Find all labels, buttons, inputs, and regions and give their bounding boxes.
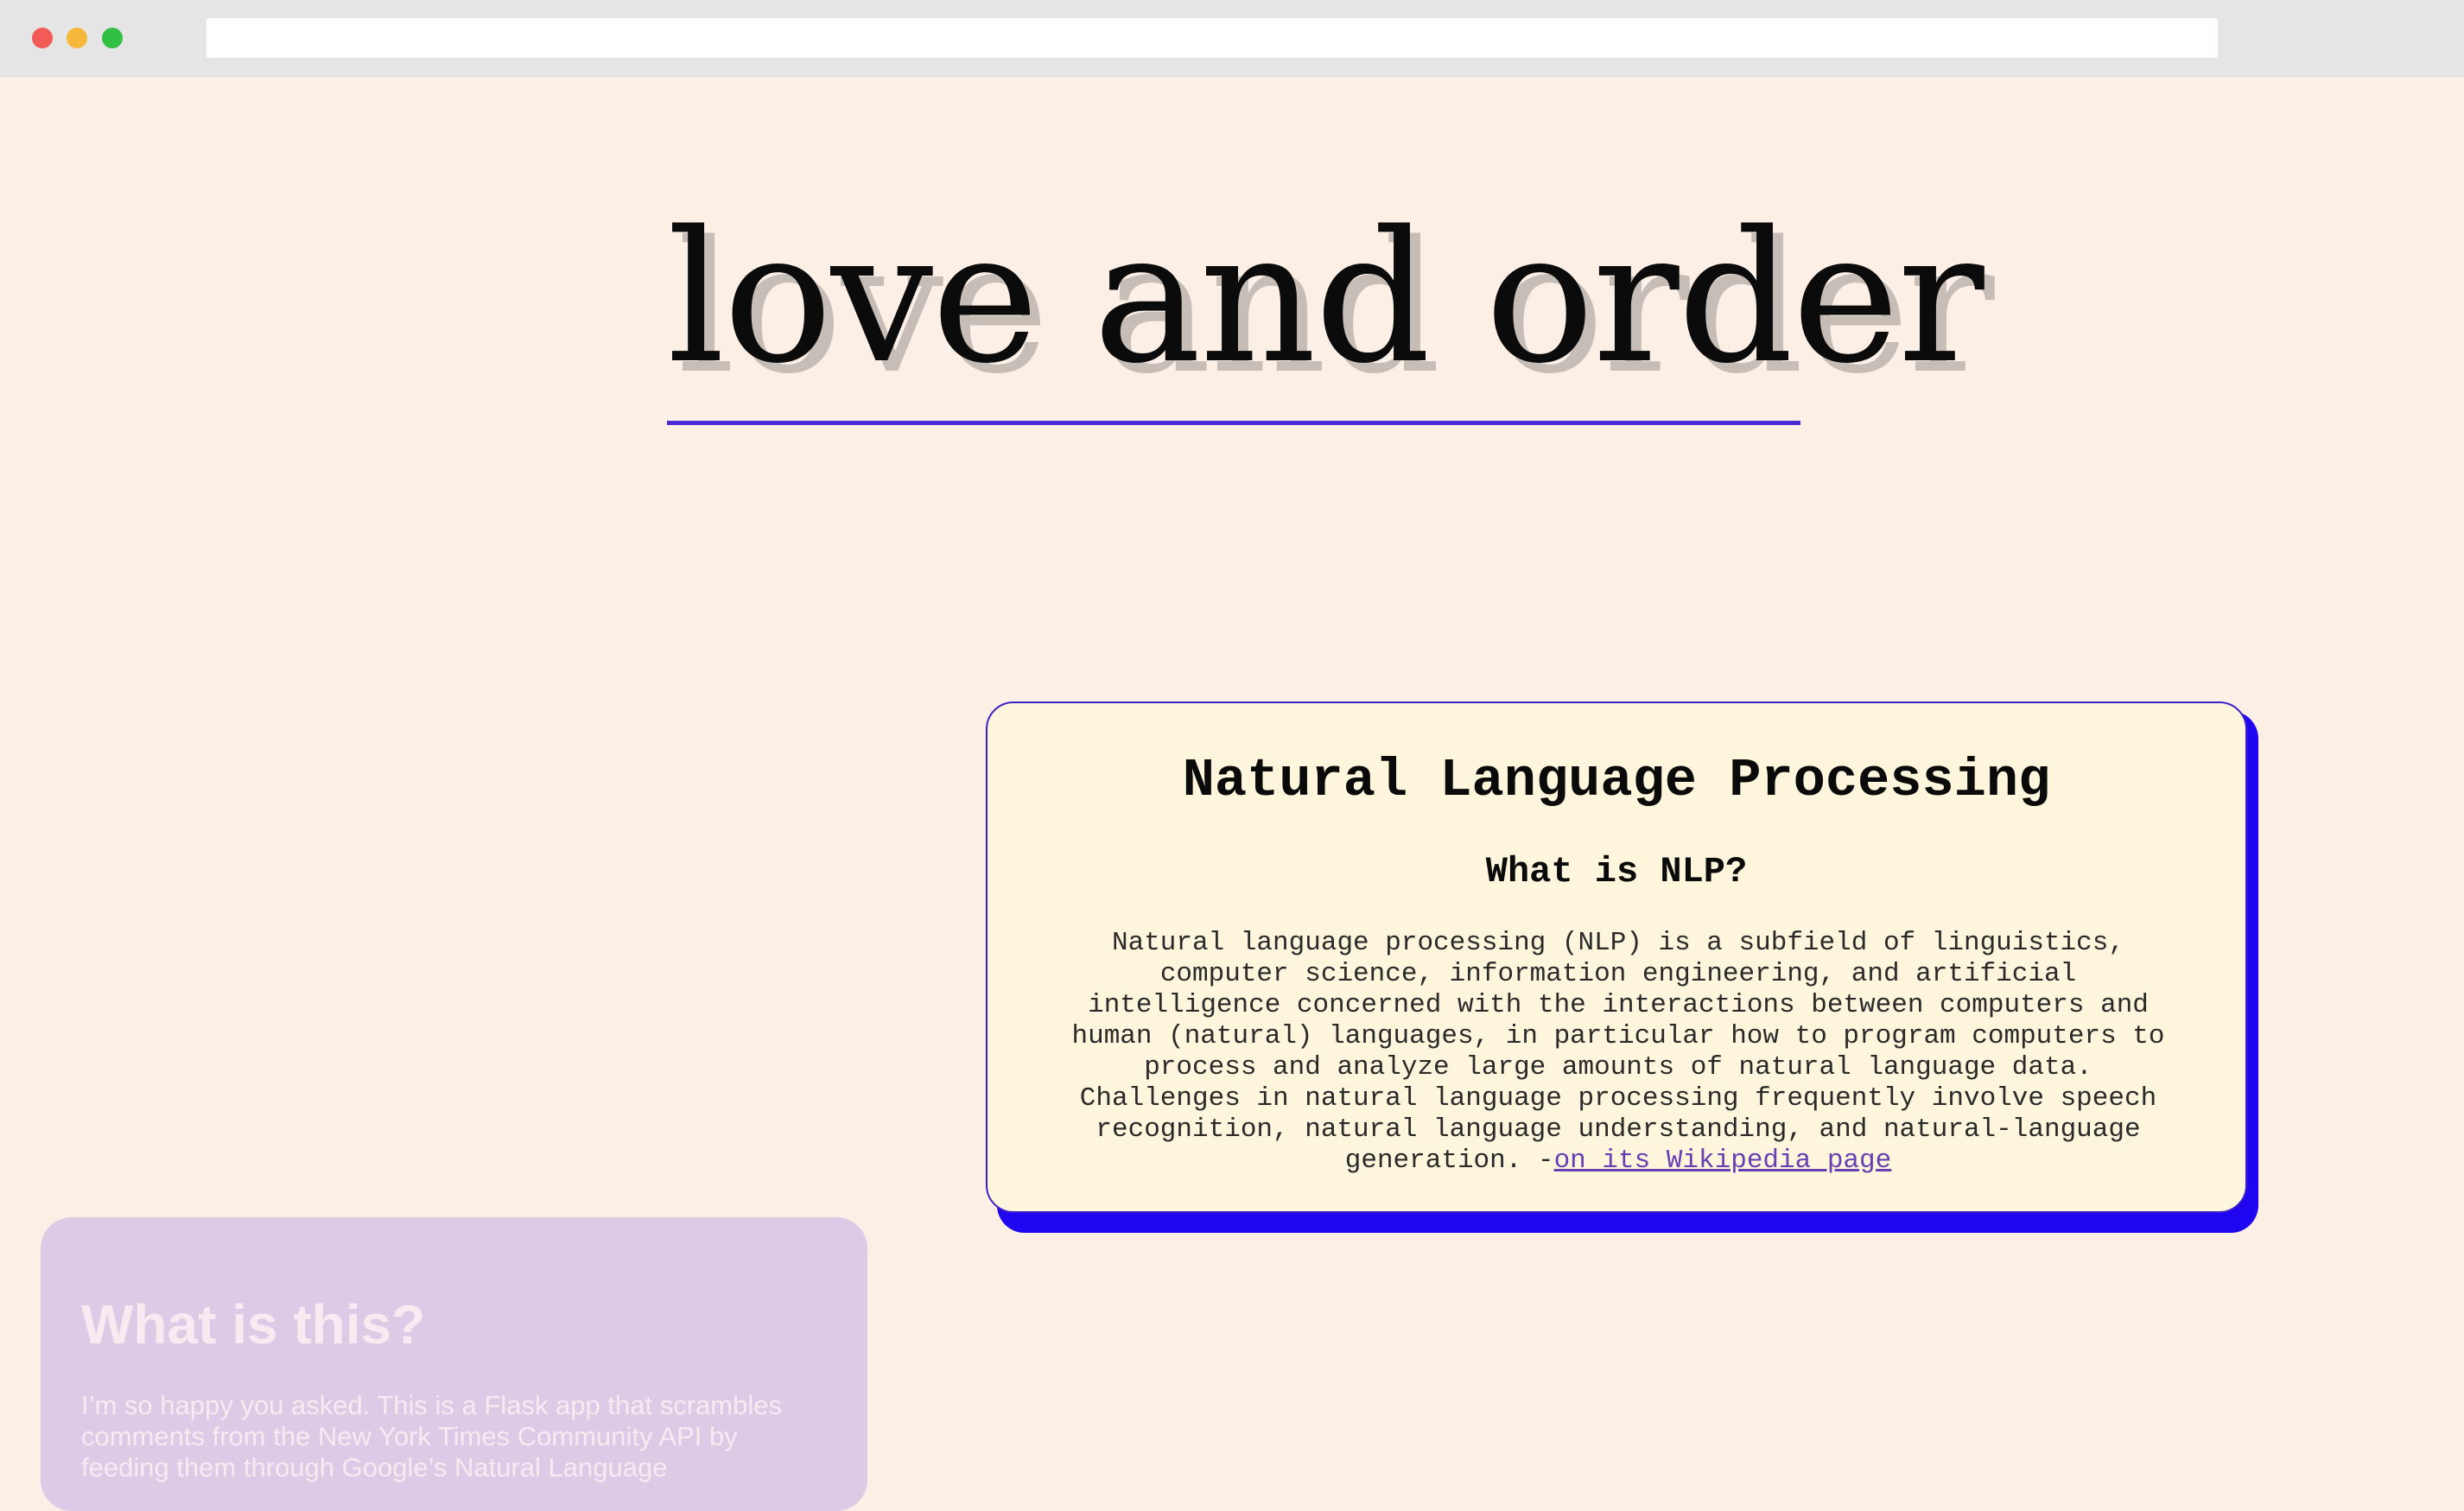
about-body: I’m so happy you asked. This is a Flask … [81,1390,782,1482]
maximize-window-icon[interactable] [102,28,123,48]
page-title-text: love and order [667,192,1985,403]
browser-chrome [0,0,2464,77]
page-title: love and order love and order [667,192,1995,432]
address-bar[interactable] [206,18,2218,58]
card-subheading: What is NLP? [1485,851,1748,892]
card-heading: Natural Language Processing [1182,750,2051,811]
about-heading: What is this? [81,1293,426,1355]
title-underline [667,421,1800,425]
about-panel: What is this? I’m so happy you asked. Th… [41,1217,867,1511]
card-body-text: Natural language processing (NLP) is a s… [1071,928,2165,1176]
minimize-window-icon[interactable] [67,28,87,48]
card-body: Natural language processing (NLP) is a s… [1070,928,2166,1177]
nlp-card: Natural Language Processing What is NLP?… [986,702,2247,1213]
wikipedia-link[interactable]: on its Wikipedia page [1554,1146,1892,1176]
close-window-icon[interactable] [32,28,53,48]
